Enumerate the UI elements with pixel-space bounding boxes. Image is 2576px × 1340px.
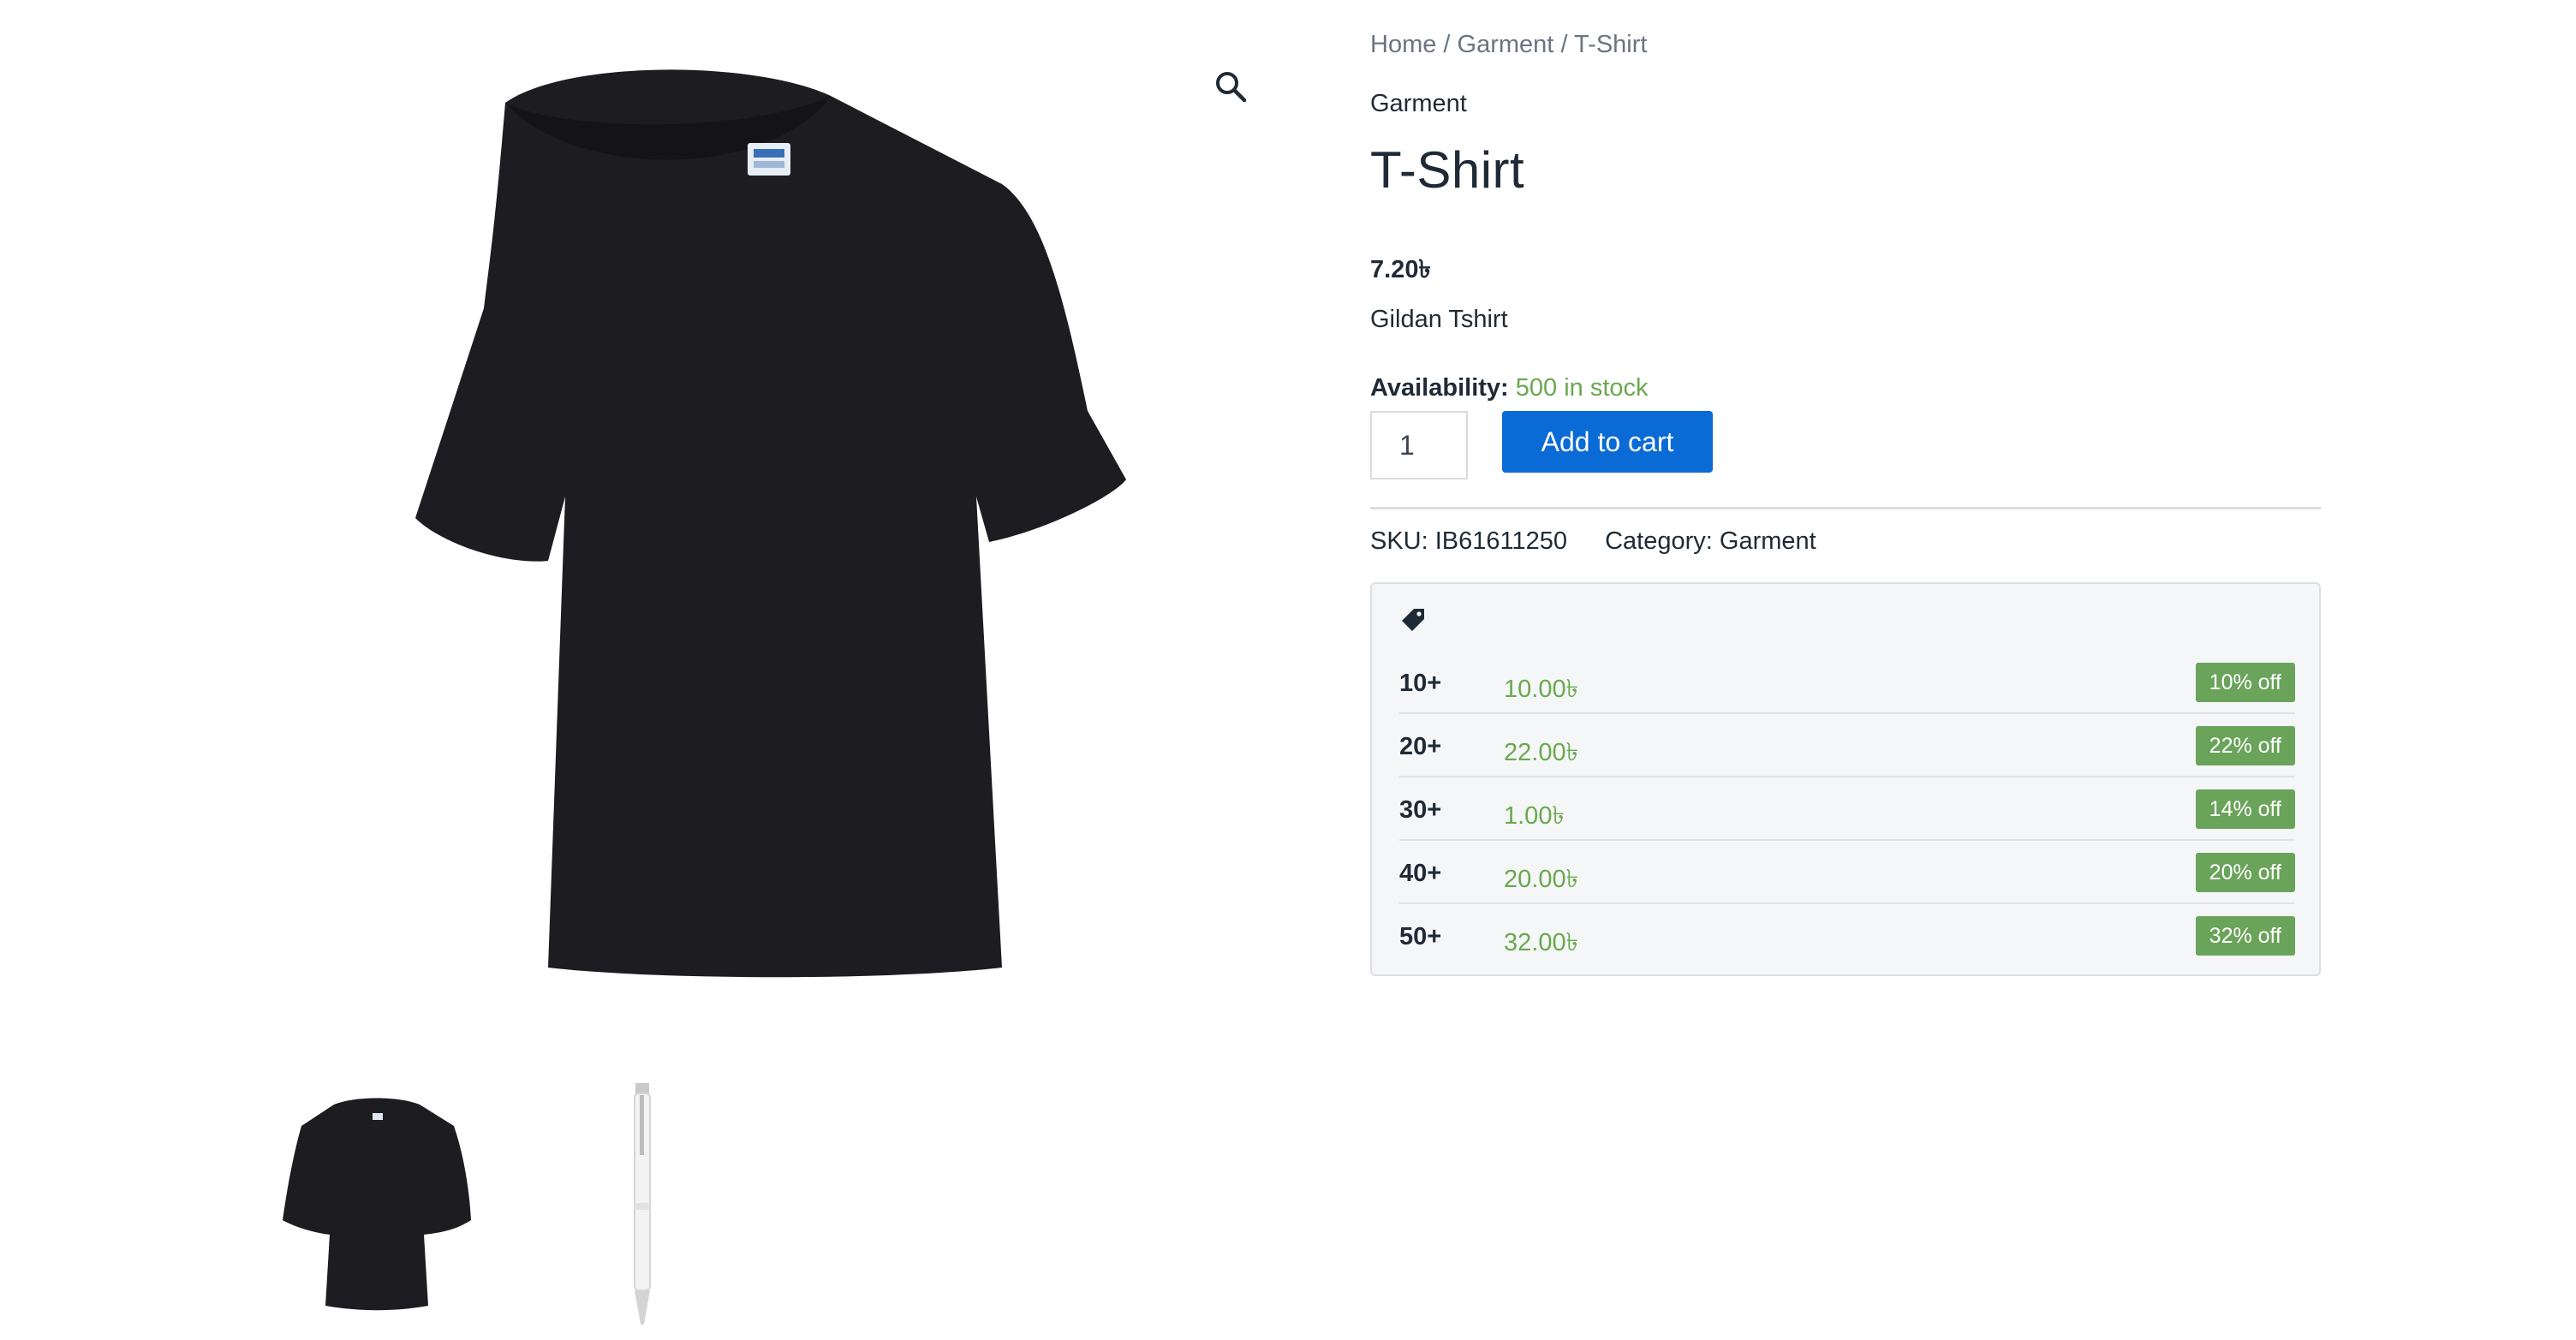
tier-price: 1.00৳: [1504, 802, 1565, 830]
category-label: Category:: [1605, 527, 1713, 555]
tier-quantity: 10+: [1399, 670, 1442, 697]
discount-badge: 14% off: [2195, 789, 2295, 829]
product-title: T-Shirt: [1370, 141, 1525, 199]
breadcrumb: Home / Garment / T-Shirt: [1370, 31, 1647, 59]
discount-badge: 32% off: [2195, 916, 2295, 956]
zoom-button[interactable]: [1206, 62, 1255, 111]
thumbnail-white-pen[interactable]: [582, 1075, 702, 1331]
breadcrumb-separator: /: [1443, 31, 1451, 58]
black-tshirt-thumbnail: [283, 1098, 471, 1311]
tier-quantity: 20+: [1399, 733, 1442, 760]
discount-badge: 22% off: [2195, 726, 2295, 765]
quantity-input[interactable]: [1370, 411, 1468, 479]
price-tag-icon: [1402, 609, 1424, 631]
product-price: 7.20৳: [1370, 256, 1431, 283]
tier-row: 40+ 20.00৳ 20% off: [1399, 841, 2295, 904]
thumbnail-black-tshirt[interactable]: [283, 1079, 471, 1336]
discount-badge: 10% off: [2195, 663, 2295, 702]
tier-price: 20.00৳: [1504, 866, 1579, 893]
magnifier-icon: [1216, 72, 1247, 103]
category-value-link[interactable]: Garment: [1720, 527, 1816, 555]
main-product-image[interactable]: [291, 51, 1319, 1010]
tier-quantity: 40+: [1399, 860, 1442, 887]
sku: SKU: IB61611250: [1370, 527, 1574, 555]
availability: Availability: 500 in stock: [1370, 374, 1649, 402]
product-short-description: Gildan Tshirt: [1370, 306, 1508, 333]
tier-row: 50+ 32.00৳ 32% off: [1399, 904, 2295, 968]
product-category-link[interactable]: Garment: [1370, 90, 1467, 118]
tier-price: 22.00৳: [1504, 739, 1579, 766]
tier-price: 10.00৳: [1504, 676, 1579, 703]
breadcrumb-home[interactable]: Home: [1370, 31, 1436, 58]
stock-status: 500 in stock: [1515, 374, 1649, 402]
discount-badge: 20% off: [2195, 853, 2295, 892]
tier-row: 30+ 1.00৳ 14% off: [1399, 777, 2295, 841]
product-meta: SKU: IB61611250 Category: Garment: [1370, 527, 1816, 556]
sku-value: IB61611250: [1434, 527, 1568, 555]
sku-label: SKU:: [1370, 527, 1428, 555]
category-meta: Category: Garment: [1605, 527, 1816, 555]
product-gallery: [0, 0, 1336, 1339]
tier-row: 20+ 22.00৳ 22% off: [1399, 714, 2295, 777]
tier-quantity: 30+: [1399, 796, 1442, 824]
tier-price: 32.00৳: [1504, 929, 1579, 956]
white-pen-thumbnail: [634, 1083, 651, 1325]
breadcrumb-garment[interactable]: Garment: [1458, 31, 1554, 58]
tier-row: 10+ 10.00৳ 10% off: [1399, 651, 2295, 714]
tiered-pricing-table: 10+ 10.00৳ 10% off 20+ 22.00৳ 22% off 30…: [1370, 582, 2321, 976]
breadcrumb-current: T-Shirt: [1574, 31, 1648, 58]
tier-quantity: 50+: [1399, 923, 1442, 950]
breadcrumb-separator: /: [1560, 31, 1568, 58]
add-to-cart-button[interactable]: Add to cart: [1502, 411, 1713, 473]
divider: [1370, 507, 2321, 509]
availability-label: Availability:: [1370, 374, 1509, 402]
